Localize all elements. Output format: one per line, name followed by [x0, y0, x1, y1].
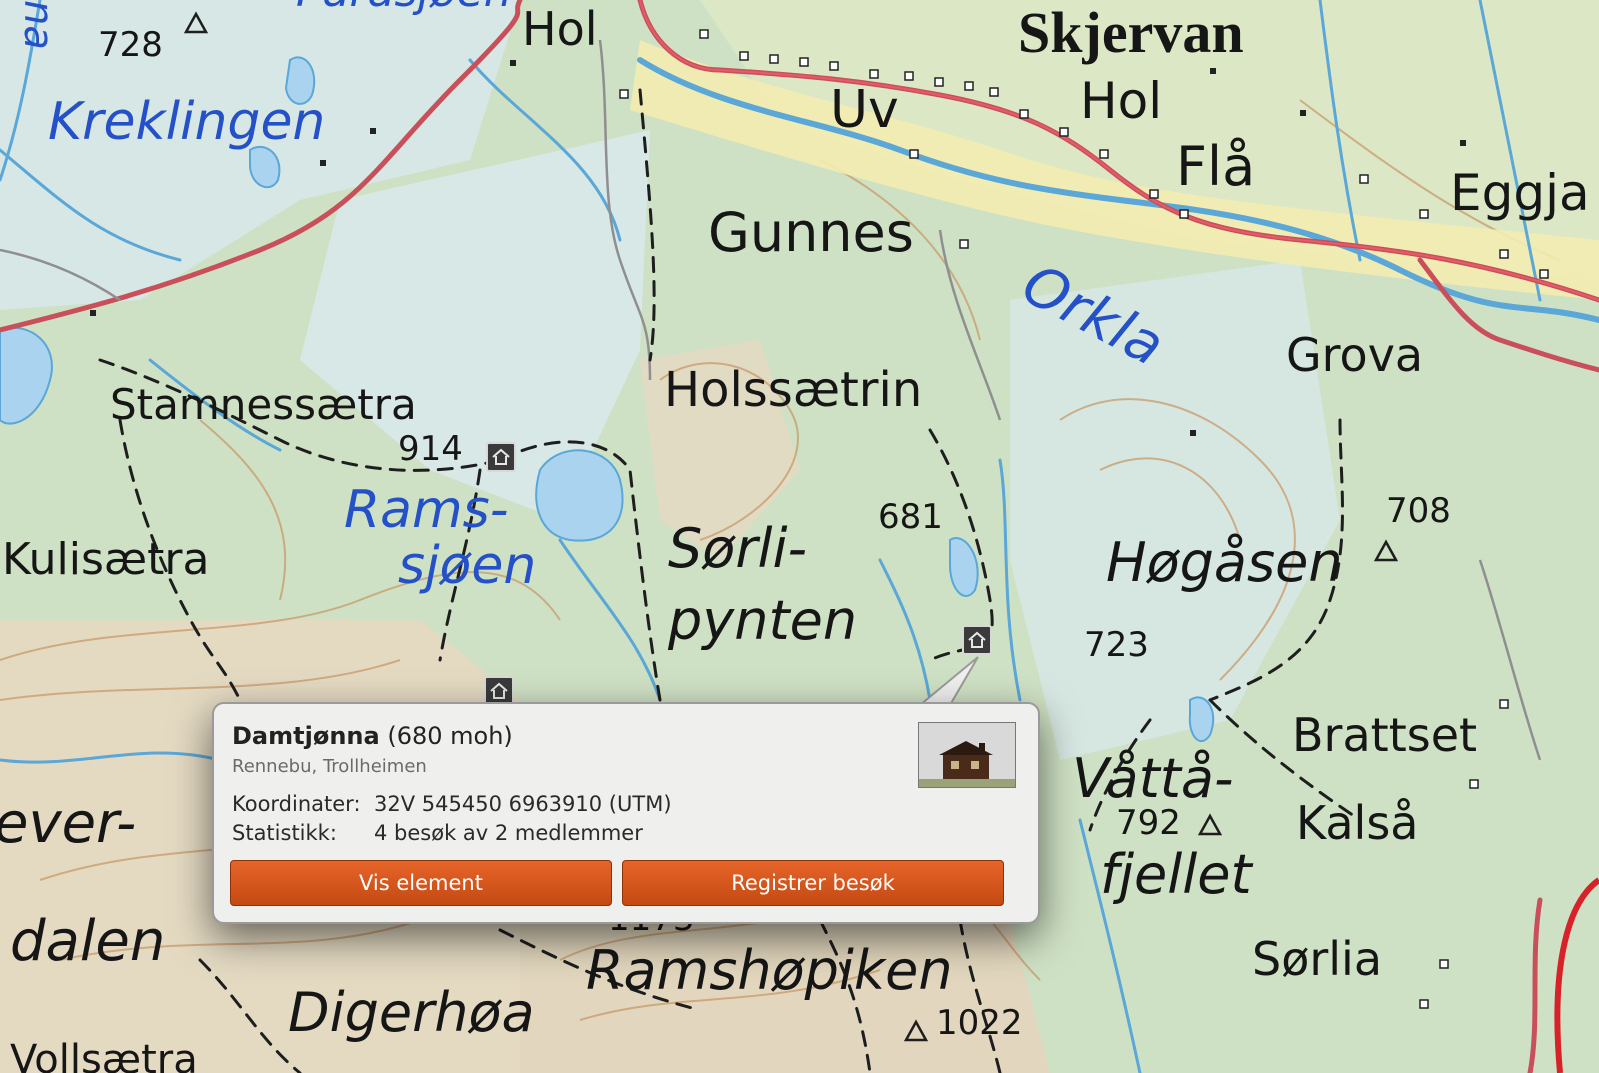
place-label: Grova [1286, 328, 1424, 382]
elevation-label: 728 [98, 25, 163, 65]
map-canvas[interactable]: Skjervan Hol Parasjøen na Hol Uv Flå Egg… [0, 0, 1599, 1073]
view-element-button[interactable]: Vis element [230, 860, 612, 906]
water-label: sjøen [398, 536, 537, 596]
place-label: Digerhøa [288, 981, 535, 1044]
place-label: Hol [522, 2, 598, 56]
elevation-label: 914 [398, 429, 463, 469]
place-label: Brattset [1292, 708, 1478, 762]
water-label: Parasjøen [296, 0, 512, 14]
place-label: fjellet [1100, 843, 1252, 906]
statistics-row: Statistikk: 4 besøk av 2 medlemmer [232, 821, 643, 845]
popup-title: Damtjønna (680 moh) [232, 722, 513, 750]
place-label: Ramshøpiken [586, 939, 953, 1002]
statistics-value: 4 besøk av 2 medlemmer [374, 821, 643, 845]
elevation-label: 1022 [936, 1003, 1023, 1043]
register-visit-button[interactable]: Registrer besøk [622, 860, 1004, 906]
place-info-popup: Damtjønna (680 moh) Rennebu, Trollheimen… [212, 702, 1040, 924]
cabin-photo-icon [919, 723, 1015, 787]
place-label: Skjervan [1018, 0, 1244, 65]
place-label: Flå [1176, 135, 1256, 198]
place-thumbnail[interactable] [918, 722, 1016, 788]
place-label: Gunnes [708, 201, 914, 264]
place-label: Høgåsen [1106, 531, 1343, 594]
place-label: Hol [1080, 72, 1163, 130]
place-label: Uv [830, 80, 899, 140]
place-label: Holssætrin [664, 362, 923, 418]
place-region: Rennebu, Trollheimen [232, 756, 427, 777]
place-elevation: (680 moh) [387, 722, 513, 750]
elevation-label: 708 [1386, 491, 1451, 531]
coordinates-value: 32V 545450 6963910 (UTM) [374, 792, 672, 816]
elevation-label: 681 [878, 497, 943, 537]
coordinates-label: Koordinater: [232, 792, 361, 816]
place-label: Sørli- [668, 517, 808, 580]
place-label: pynten [668, 589, 858, 652]
place-label: Kalså [1296, 796, 1419, 850]
hut-icon [490, 682, 508, 699]
place-label: Kulisætra [2, 534, 210, 585]
place-label: Sørlia [1252, 932, 1383, 986]
hut-marker-ramssjoen[interactable] [486, 442, 516, 472]
elevation-label: 723 [1084, 625, 1149, 665]
statistics-label: Statistikk: [232, 821, 337, 845]
coordinates-row: Koordinater: 32V 545450 6963910 (UTM) [232, 792, 672, 816]
hut-icon [968, 631, 986, 648]
hut-marker-damtjonna[interactable] [962, 625, 992, 655]
place-label: Vollsætra [10, 1037, 198, 1073]
water-label: Rams- [344, 480, 509, 540]
water-label: Kreklingen [48, 92, 326, 152]
water-label: na [15, 0, 61, 50]
hut-icon [492, 448, 510, 465]
elevation-label: 792 [1116, 803, 1181, 843]
place-label: Eggja [1450, 164, 1590, 222]
place-label: Stamnessætra [110, 380, 417, 429]
place-label: Våttå- [1072, 747, 1234, 810]
place-label: dalen [10, 909, 166, 974]
place-name: Damtjønna [232, 722, 380, 750]
place-label: ever- [0, 791, 137, 856]
